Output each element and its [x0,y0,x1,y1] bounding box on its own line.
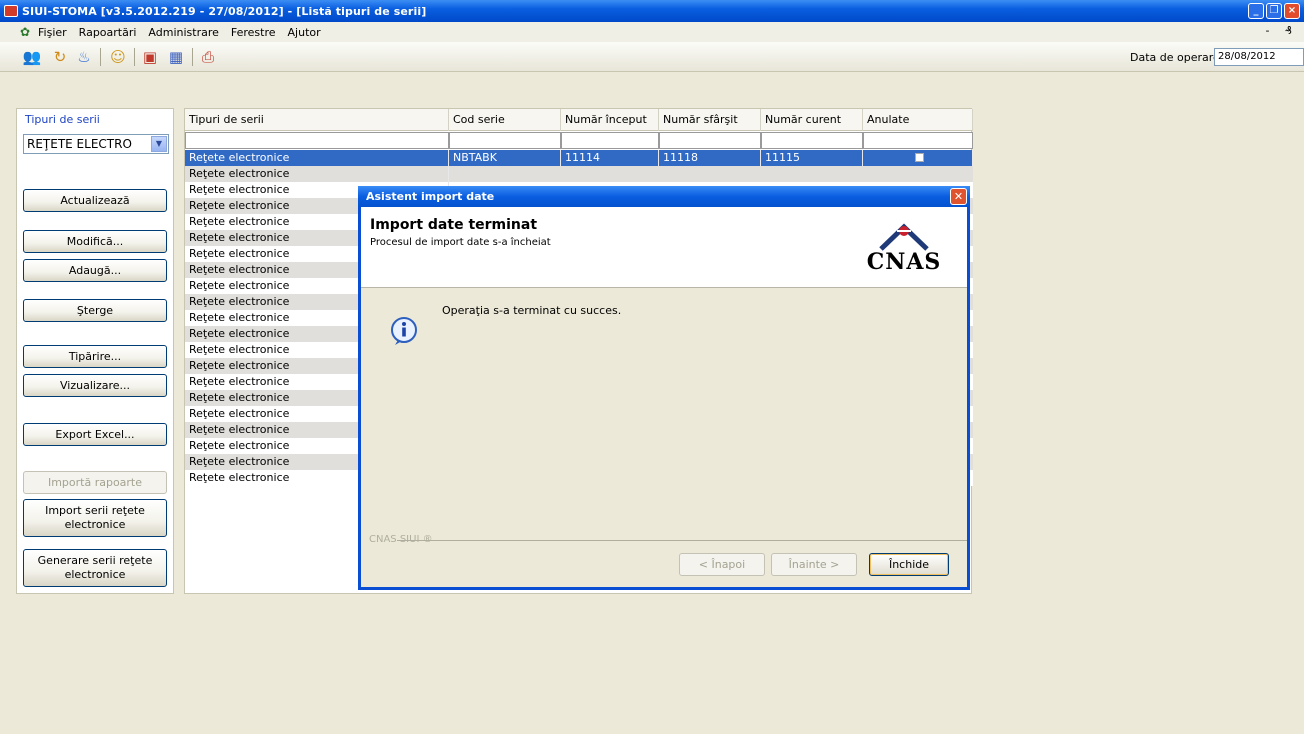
filter-input[interactable] [659,132,761,149]
cell-end-number: 11118 [659,150,761,166]
cell-current-number: 11115 [761,150,863,166]
filter-input[interactable] [185,132,449,149]
menu-fisier[interactable]: Fişier [38,26,67,39]
dialog-close-button[interactable]: Închide [869,553,949,576]
window-title: SIUI-STOMA [v3.5.2012.219 - 27/08/2012] … [22,4,427,18]
operation-date-field[interactable]: 28/08/2012 [1214,48,1304,66]
filter-input[interactable] [863,132,973,149]
drop-icon[interactable]: ♨ [74,47,94,67]
toolbar-separator [192,48,193,66]
print-button[interactable]: Tipărire... [23,345,167,368]
person-icon[interactable]: ☺ [108,47,128,67]
filter-input[interactable] [561,132,659,149]
preview-button[interactable]: Vizualizare... [23,374,167,397]
calendar-icon[interactable]: ▦ [166,47,186,67]
dialog-subheading: Procesul de import date s-a încheiat [370,237,551,248]
series-type-select[interactable]: REŢETE ELECTRO ▼ [23,134,169,154]
app-menu-icon: ✿ [20,25,31,39]
checkbox[interactable] [915,153,924,162]
print-icon[interactable]: ⎙ [198,47,218,67]
grid-header: Tipuri de serii Cod serie Număr început … [185,109,973,131]
delete-button[interactable]: Şterge [23,299,167,322]
window-controls: _ ❐ × [1248,3,1300,19]
mdi-controls[interactable]: - ₰ [1266,24,1298,37]
left-panel: Tipuri de serii REŢETE ELECTRO ▼ Actuali… [16,108,174,594]
cell-series-type: Reţete electronice [185,150,449,166]
dialog-title: Asistent import date [366,190,495,203]
maximize-button[interactable]: ❐ [1266,3,1282,19]
import-reports-button[interactable]: Importă rapoarte [23,471,167,494]
filter-input[interactable] [761,132,863,149]
menu-ferestre[interactable]: Ferestre [231,26,276,39]
menu-rapoartari[interactable]: Rapoartări [79,26,137,39]
column-header[interactable]: Cod serie [449,109,561,131]
column-header[interactable]: Număr sfârşit [659,109,761,131]
minimize-button[interactable]: _ [1248,3,1264,19]
column-header[interactable]: Anulate [863,109,973,131]
dialog-close-icon[interactable]: ✕ [950,188,967,205]
info-icon [391,317,417,345]
import-dialog: Asistent import date ✕ Import date termi… [358,186,970,590]
toolbar: 👥 ↻ ♨ ☺ ▣ ▦ ⎙ Data de operare 28/08/2012 [0,42,1304,72]
users-icon[interactable]: 👥 [22,47,42,67]
dialog-header: Import date terminat Procesul de import … [361,207,967,288]
cell-cancelled[interactable] [863,150,973,166]
cell-series-type: Reţete electronice [185,166,449,182]
column-header[interactable]: Număr început [561,109,659,131]
dialog-heading: Import date terminat [370,217,538,233]
column-header[interactable]: Tipuri de serii [185,109,449,131]
dialog-titlebar: Asistent import date ✕ [358,186,970,207]
table-row[interactable]: Reţete electronice NBTABK 11114 11118 11… [185,150,973,166]
chevron-down-icon[interactable]: ▼ [151,136,167,152]
toolbar-separator [134,48,135,66]
cnas-logo-text: CNAS [866,249,942,275]
grid-filter-row [185,132,973,149]
dialog-message: Operaţia s-a terminat cu succes. [442,304,622,317]
column-header[interactable]: Număr curent [761,109,863,131]
export-excel-button[interactable]: Export Excel... [23,423,167,446]
add-button[interactable]: Adaugă... [23,259,167,282]
table-row[interactable]: Reţete electronice [185,166,973,182]
menu-administrare[interactable]: Administrare [148,26,218,39]
document-icon[interactable]: ▣ [140,47,160,67]
menu-ajutor[interactable]: Ajutor [288,26,321,39]
generate-series-button[interactable]: Generare serii reţete electronice [23,549,167,587]
cnas-logo: CNAS [859,219,949,277]
toolbar-separator [100,48,101,66]
filter-input[interactable] [449,132,561,149]
import-series-label-line1: Import serii reţete [45,504,145,517]
update-button[interactable]: Actualizează [23,189,167,212]
series-type-value: REŢETE ELECTRO [27,137,132,151]
modify-button[interactable]: Modifică... [23,230,167,253]
menu-bar: ✿ Fişier Rapoartări Administrare Ferestr… [0,22,1304,42]
next-button[interactable]: Înainte > [771,553,857,576]
operation-date-label: Data de operare [1130,51,1220,64]
series-type-label: Tipuri de serii [25,113,100,126]
window-titlebar: SIUI-STOMA [v3.5.2012.219 - 27/08/2012] … [0,0,1304,22]
app-icon [4,5,18,17]
generate-series-label-line1: Generare serii reţete [37,554,153,567]
generate-series-label-line2: electronice [64,568,126,581]
cell-series-code: NBTABK [449,150,561,166]
dialog-divider [397,540,967,541]
close-button[interactable]: × [1284,3,1300,19]
refresh-icon[interactable]: ↻ [50,47,70,67]
import-series-button[interactable]: Import serii reţete electronice [23,499,167,537]
import-series-label-line2: electronice [64,518,126,531]
cell-start-number: 11114 [561,150,659,166]
back-button[interactable]: < Înapoi [679,553,765,576]
cnas-emblem-icon [879,223,929,251]
